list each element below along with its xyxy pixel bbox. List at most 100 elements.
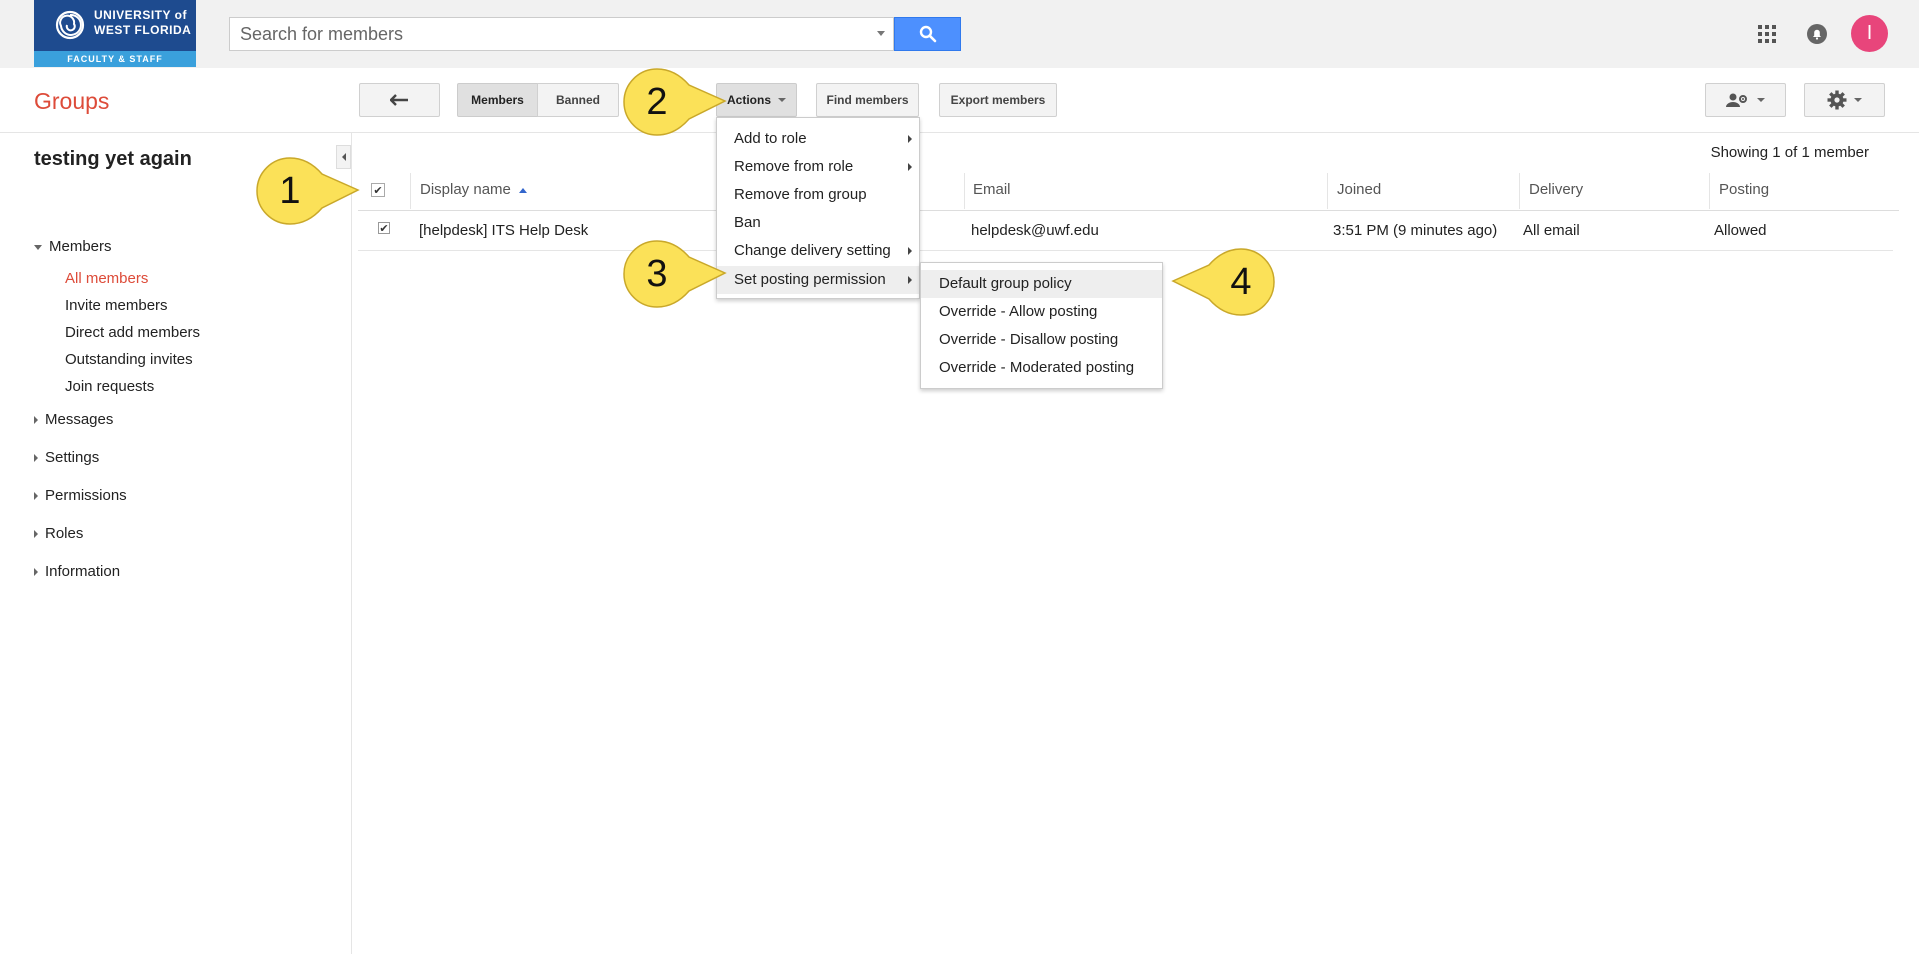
cell-display-name[interactable]: [helpdesk] ITS Help Desk (419, 222, 588, 239)
column-header-joined[interactable]: Joined (1337, 181, 1381, 198)
row-checkbox[interactable]: ✔ (378, 222, 390, 235)
header-divider (0, 132, 1919, 133)
sidebar-item-label: Messages (45, 411, 114, 428)
sidebar-item-label: Permissions (45, 487, 127, 504)
sort-ascending-icon (519, 187, 528, 193)
callout-1: 1 (250, 156, 370, 226)
callout-number: 2 (646, 80, 668, 123)
column-header-display-name[interactable]: Display name (420, 181, 528, 198)
sidebar-item-label: Settings (45, 449, 100, 466)
expand-right-icon (34, 454, 38, 463)
column-separator (1709, 173, 1710, 209)
column-separator (964, 173, 965, 209)
faculty-staff-band: FACULTY & STAFF (34, 51, 196, 67)
callout-2: 2 (617, 67, 737, 137)
search-options-dropdown-icon[interactable] (877, 31, 885, 36)
sidebar-item-all-members[interactable]: All members (65, 270, 148, 287)
menu-item-ban[interactable]: Ban (717, 210, 919, 236)
menu-item-override-moderated-posting[interactable]: Override - Moderated posting (921, 354, 1162, 382)
menu-item-change-delivery-setting[interactable]: Change delivery setting (717, 238, 919, 264)
expand-right-icon (34, 568, 38, 577)
menu-item-add-to-role[interactable]: Add to role (717, 126, 919, 152)
sidebar-item-members[interactable]: Members (34, 238, 112, 255)
sidebar-item-invite-members[interactable]: Invite members (65, 297, 168, 314)
apps-grid-icon[interactable] (1755, 22, 1779, 46)
search-icon (919, 25, 936, 43)
actions-menu: Add to role Remove from role Remove from… (716, 117, 920, 299)
sidebar-item-label: Members (49, 238, 112, 255)
cell-delivery[interactable]: All email (1523, 222, 1580, 239)
column-separator (1327, 173, 1328, 209)
callout-number: 1 (279, 169, 301, 212)
submenu-arrow-icon (908, 163, 912, 171)
sidebar-item-label: Information (45, 563, 121, 580)
search-input[interactable] (230, 18, 850, 50)
header-row-divider (358, 210, 1899, 211)
sidebar-item-permissions[interactable]: Permissions (34, 487, 127, 504)
expand-right-icon (34, 530, 38, 539)
expand-down-icon (34, 244, 42, 250)
find-members-button[interactable]: Find members (816, 83, 919, 117)
university-logo[interactable]: UNIVERSITY of WEST FLORIDA FACULTY & STA… (34, 0, 196, 67)
manage-members-icon (1726, 93, 1747, 107)
submenu-arrow-icon (908, 135, 912, 143)
menu-item-override-allow-posting[interactable]: Override - Allow posting (921, 298, 1162, 326)
sidebar-item-label: Roles (45, 525, 84, 542)
notifications-icon[interactable] (1805, 22, 1829, 46)
page-title[interactable]: Groups (34, 88, 109, 115)
sidebar-item-settings[interactable]: Settings (34, 449, 99, 466)
cell-joined: 3:51 PM (9 minutes ago) (1333, 222, 1498, 239)
cell-posting[interactable]: Allowed (1714, 222, 1767, 239)
sidebar-item-direct-add-members[interactable]: Direct add members (65, 324, 200, 341)
submenu-arrow-icon (908, 247, 912, 255)
menu-item-label: Set posting permission (734, 271, 886, 288)
back-button[interactable] (359, 83, 440, 117)
search-button[interactable] (894, 17, 961, 51)
sidebar-item-outstanding-invites[interactable]: Outstanding invites (65, 351, 193, 368)
tab-banned[interactable]: Banned (537, 83, 619, 117)
search-box (229, 17, 894, 51)
nautilus-logo-icon (55, 10, 85, 40)
chevron-down-icon (1757, 98, 1765, 102)
column-separator (410, 173, 411, 209)
menu-item-override-disallow-posting[interactable]: Override - Disallow posting (921, 326, 1162, 354)
sidebar-item-messages[interactable]: Messages (34, 411, 113, 428)
tab-members[interactable]: Members (457, 83, 538, 117)
menu-item-remove-from-group[interactable]: Remove from group (717, 182, 919, 208)
top-bar: UNIVERSITY of WEST FLORIDA FACULTY & STA… (0, 0, 1919, 68)
expand-right-icon (34, 416, 38, 425)
posting-permission-submenu: Default group policy Override - Allow po… (920, 262, 1163, 389)
submenu-arrow-icon (908, 276, 912, 284)
chevron-down-icon (1854, 98, 1862, 102)
university-line-1: UNIVERSITY of (94, 8, 187, 22)
sidebar-item-roles[interactable]: Roles (34, 525, 83, 542)
cell-email: helpdesk@uwf.edu (971, 222, 1099, 239)
sidebar-divider (351, 133, 352, 954)
menu-item-label: Add to role (734, 130, 807, 147)
column-header-label: Display name (420, 181, 511, 198)
column-header-delivery[interactable]: Delivery (1529, 181, 1583, 198)
menu-item-default-group-policy[interactable]: Default group policy (921, 270, 1162, 298)
column-header-posting[interactable]: Posting (1719, 181, 1769, 198)
chevron-down-icon (778, 98, 786, 102)
menu-item-label: Change delivery setting (734, 242, 891, 259)
group-name: testing yet again (34, 148, 192, 170)
settings-button[interactable] (1804, 83, 1885, 117)
callout-number: 4 (1230, 260, 1252, 303)
arrow-back-icon (389, 94, 408, 106)
sidebar-item-join-requests[interactable]: Join requests (65, 378, 154, 395)
menu-item-set-posting-permission[interactable]: Set posting permission (717, 266, 919, 294)
university-name: UNIVERSITY of WEST FLORIDA (94, 8, 194, 38)
gear-icon (1827, 90, 1847, 110)
table-row-divider (358, 250, 1893, 251)
column-separator (1519, 173, 1520, 209)
select-all-checkbox[interactable]: ✔ (371, 183, 385, 197)
sidebar-item-information[interactable]: Information (34, 563, 120, 580)
member-count: Showing 1 of 1 member (1710, 144, 1869, 161)
menu-item-remove-from-role[interactable]: Remove from role (717, 154, 919, 180)
column-header-email[interactable]: Email (973, 181, 1011, 198)
user-avatar[interactable]: I (1851, 15, 1888, 52)
callout-number: 3 (646, 252, 668, 295)
member-management-button[interactable] (1705, 83, 1786, 117)
export-members-button[interactable]: Export members (939, 83, 1057, 117)
